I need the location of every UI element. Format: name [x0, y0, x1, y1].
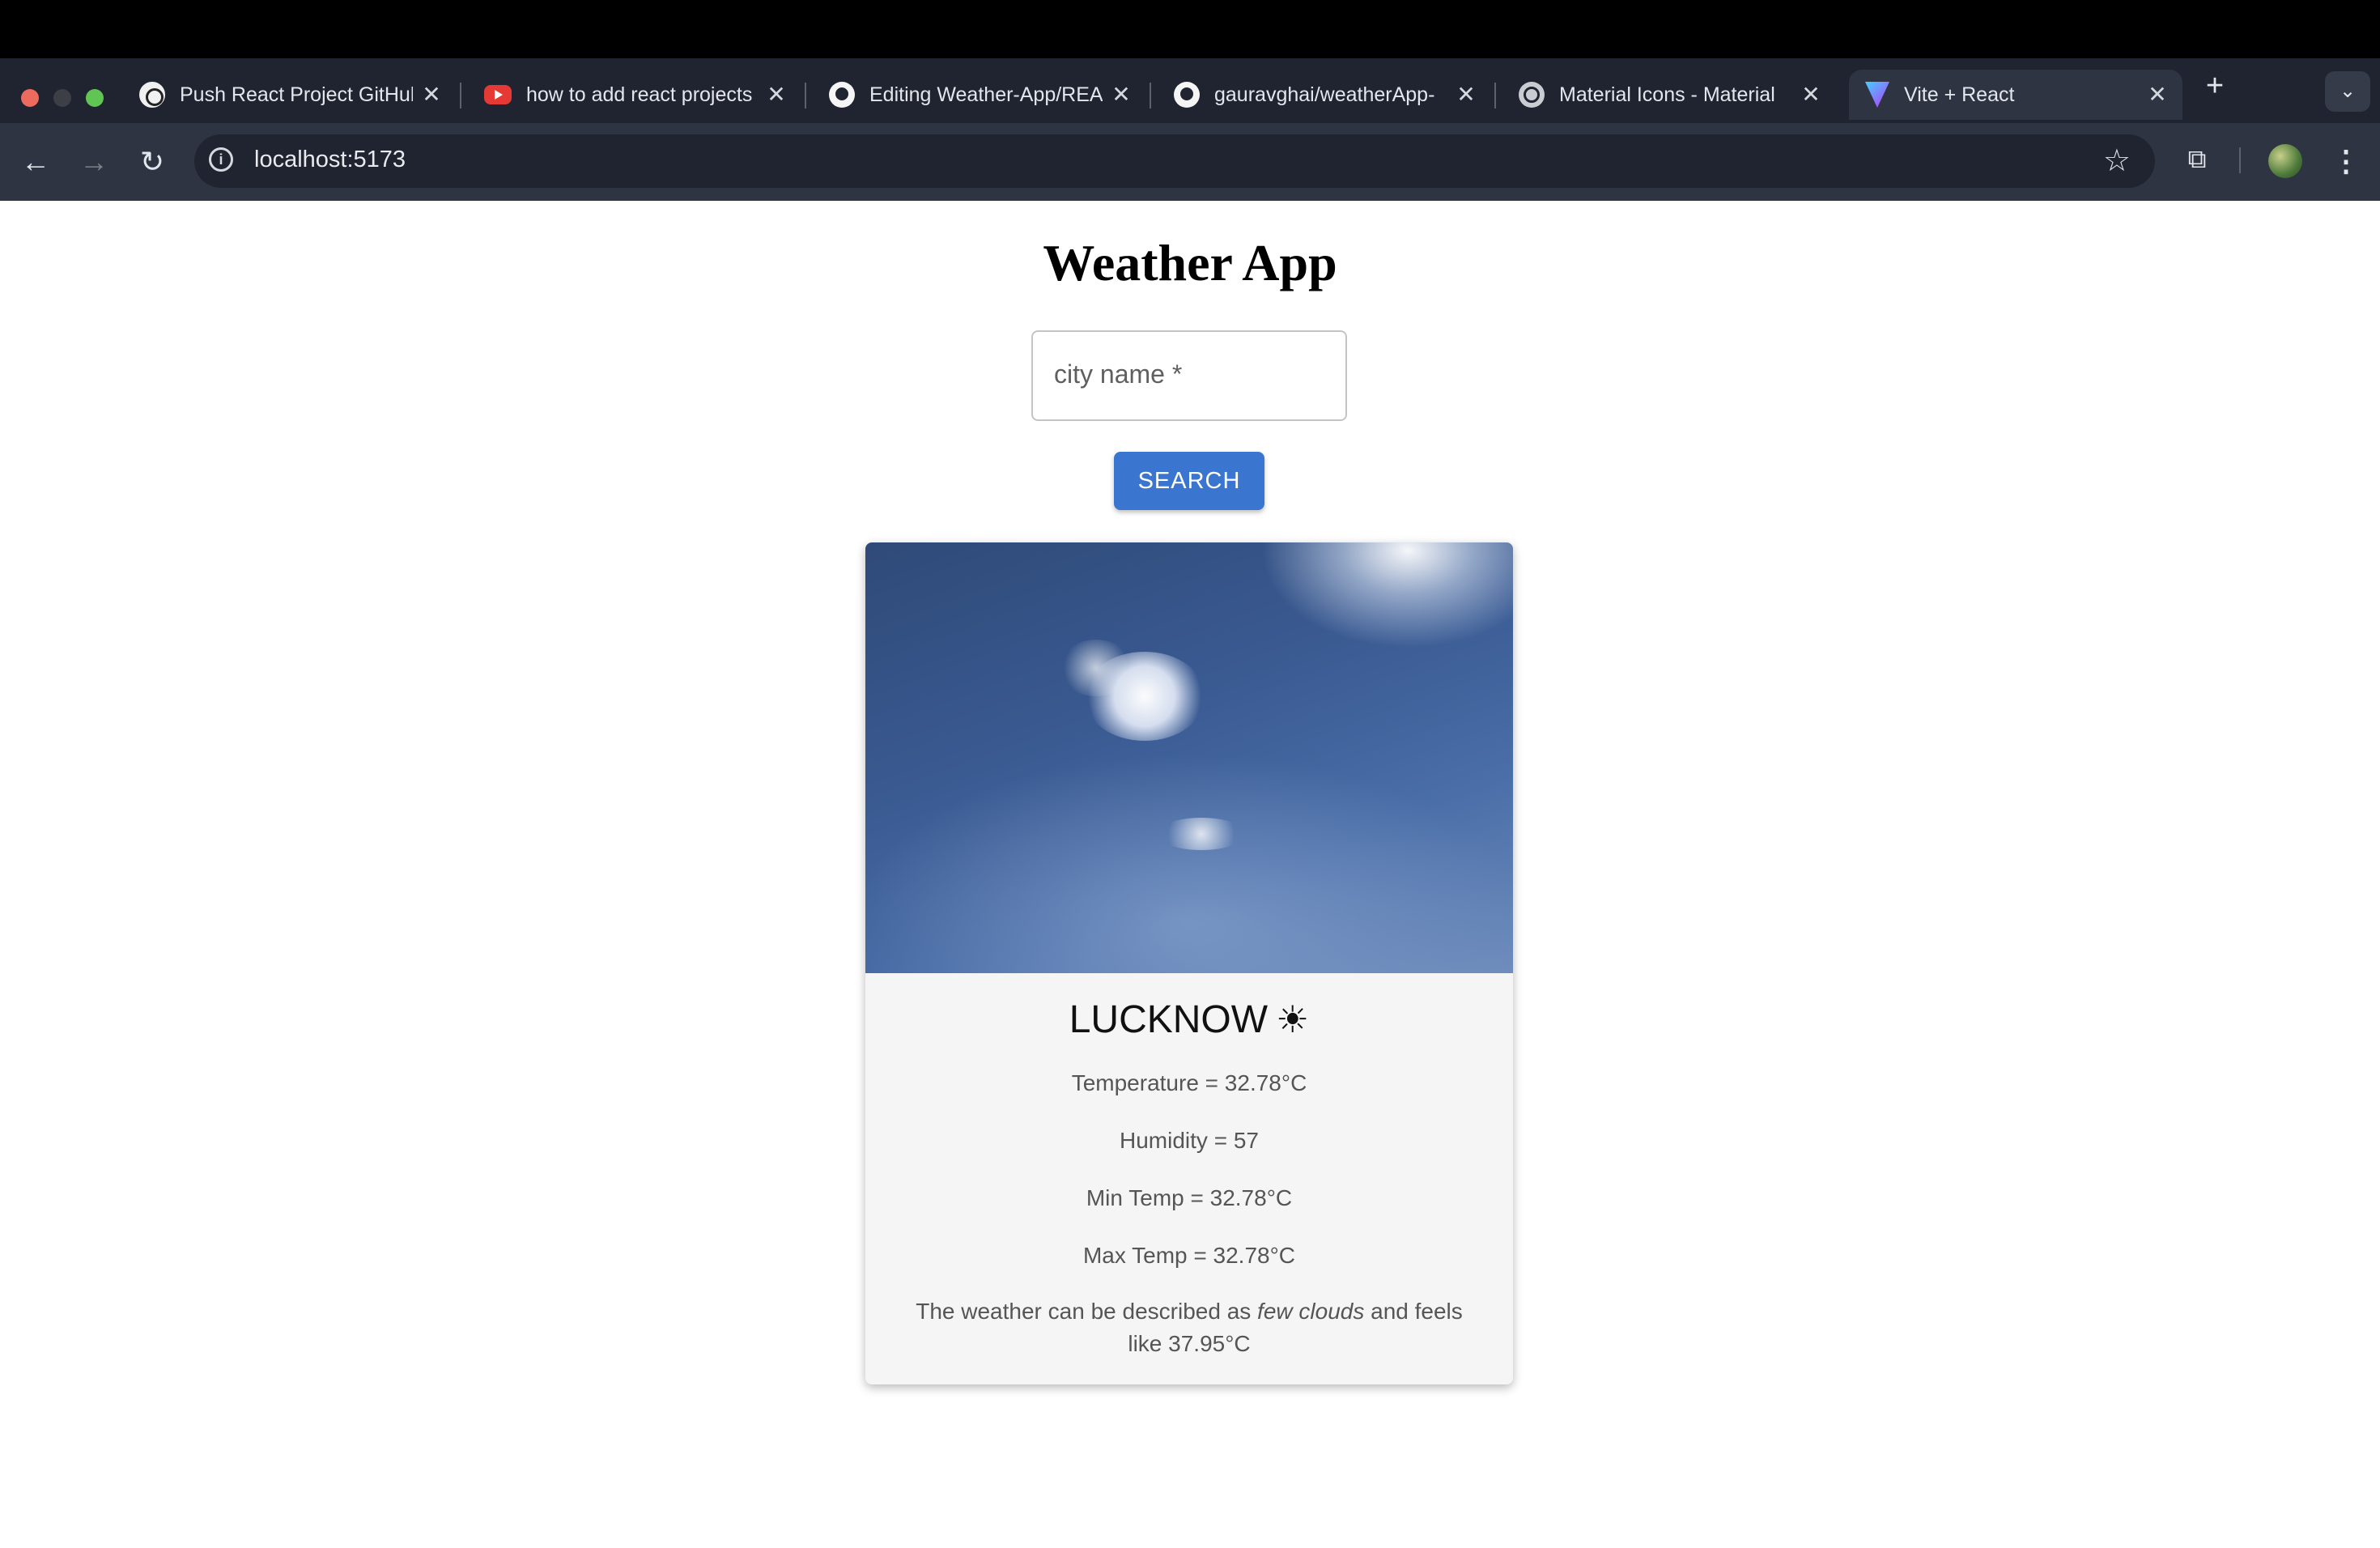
toolbar-separator [2239, 147, 2241, 173]
tab-close-icon[interactable]: ✕ [1107, 81, 1135, 108]
tab-editing-weather-app[interactable]: Editing Weather-App/README ✕ [813, 70, 1151, 120]
tab-title: Vite + React [1904, 83, 2015, 106]
profile-avatar[interactable] [2268, 144, 2302, 178]
new-tab-plus-icon[interactable]: + [2199, 70, 2231, 102]
youtube-icon [484, 85, 512, 104]
tab-title: Push React Project GitHub [180, 83, 413, 106]
temperature-text: Temperature = 32.78°C [1071, 1070, 1307, 1095]
city-name-input[interactable]: city name * [1031, 330, 1347, 421]
kebab-menu-icon[interactable]: ⋮ [2331, 144, 2361, 178]
tab-gauravghai-weatherapp[interactable]: gauravghai/weatherApp- ✕ [1158, 70, 1496, 120]
cloud-shape [1084, 652, 1205, 741]
page-viewport: Weather App city name * SEARCH LUCKNOW ☀ … [0, 201, 2380, 1548]
tab-close-icon[interactable]: ✕ [418, 81, 445, 108]
tab-title: Material Icons - Material [1559, 83, 1775, 106]
tab-how-to-add-react[interactable]: how to add react projects ✕ [468, 70, 806, 120]
city-heading: LUCKNOW ☀ [865, 997, 1513, 1042]
sky-image [865, 542, 1513, 973]
min-temp-text: Min Temp = 32.78°C [1086, 1185, 1293, 1210]
weather-card: LUCKNOW ☀ Temperature = 32.78°C Humidity … [865, 542, 1513, 1384]
extensions-puzzle-icon[interactable]: ⧉ [2181, 142, 2213, 175]
tab-push-react-project[interactable]: Push React Project GitHub ✕ [123, 70, 461, 120]
menu-bar [0, 0, 2380, 58]
tab-strip: Push React Project GitHub ✕ how to add r… [0, 58, 2380, 123]
globe-icon [1519, 82, 1545, 108]
tab-close-icon[interactable]: ✕ [1797, 81, 1825, 108]
openai-icon [139, 82, 165, 108]
city-input-label: city name * [1054, 359, 1182, 389]
page-title: Weather App [1043, 234, 1337, 291]
tab-close-icon[interactable]: ✕ [763, 81, 790, 108]
url-text[interactable]: localhost:5173 [254, 147, 406, 173]
tab-search-chevron-icon[interactable]: ⌄ [2325, 71, 2370, 112]
tab-vite-react[interactable]: Vite + React ✕ [1849, 70, 2182, 120]
description-condition: few clouds [1257, 1299, 1365, 1324]
tab-separator [805, 83, 806, 108]
bookmark-star-icon[interactable]: ☆ [2103, 142, 2131, 179]
back-arrow-icon[interactable]: ← [16, 142, 55, 181]
max-temp-text: Max Temp = 32.78°C [1082, 1243, 1296, 1268]
humidity-text: Humidity = 57 [1120, 1128, 1259, 1153]
weather-description: The weather can be described as few clou… [898, 1295, 1481, 1360]
search-button[interactable]: SEARCH [1114, 452, 1264, 510]
site-info-icon[interactable]: i [209, 147, 233, 172]
minimize-window-button[interactable] [53, 89, 71, 107]
tab-separator [1150, 83, 1151, 108]
sun-icon: ☀ [1276, 998, 1310, 1040]
tab-close-icon[interactable]: ✕ [1452, 81, 1480, 108]
browser-toolbar: ← → ↻ i localhost:5173 ☆ [0, 123, 2380, 201]
github-icon [1174, 82, 1200, 108]
city-input-placeholder: city name [1054, 359, 1165, 389]
cloud-shape [1157, 818, 1246, 850]
tab-separator [460, 83, 461, 108]
vite-icon [1865, 82, 1889, 108]
close-window-button[interactable] [21, 89, 39, 107]
forward-arrow-icon[interactable]: → [74, 142, 113, 181]
address-bar[interactable]: i localhost:5173 ☆ [194, 134, 2155, 188]
tab-separator [1494, 83, 1496, 108]
maximize-window-button[interactable] [86, 89, 104, 107]
tab-title: how to add react projects [526, 83, 753, 106]
tab-close-icon[interactable]: ✕ [2144, 81, 2171, 108]
github-icon [829, 82, 855, 108]
tab-title: gauravghai/weatherApp- [1214, 83, 1435, 106]
required-asterisk: * [1171, 359, 1183, 389]
tab-title: Editing Weather-App/README [869, 83, 1103, 106]
description-prefix: The weather can be described as [916, 1299, 1252, 1324]
tab-material-icons[interactable]: Material Icons - Material ✕ [1502, 70, 1836, 120]
reload-icon[interactable]: ↻ [133, 142, 172, 181]
city-name: LUCKNOW [1069, 998, 1269, 1041]
